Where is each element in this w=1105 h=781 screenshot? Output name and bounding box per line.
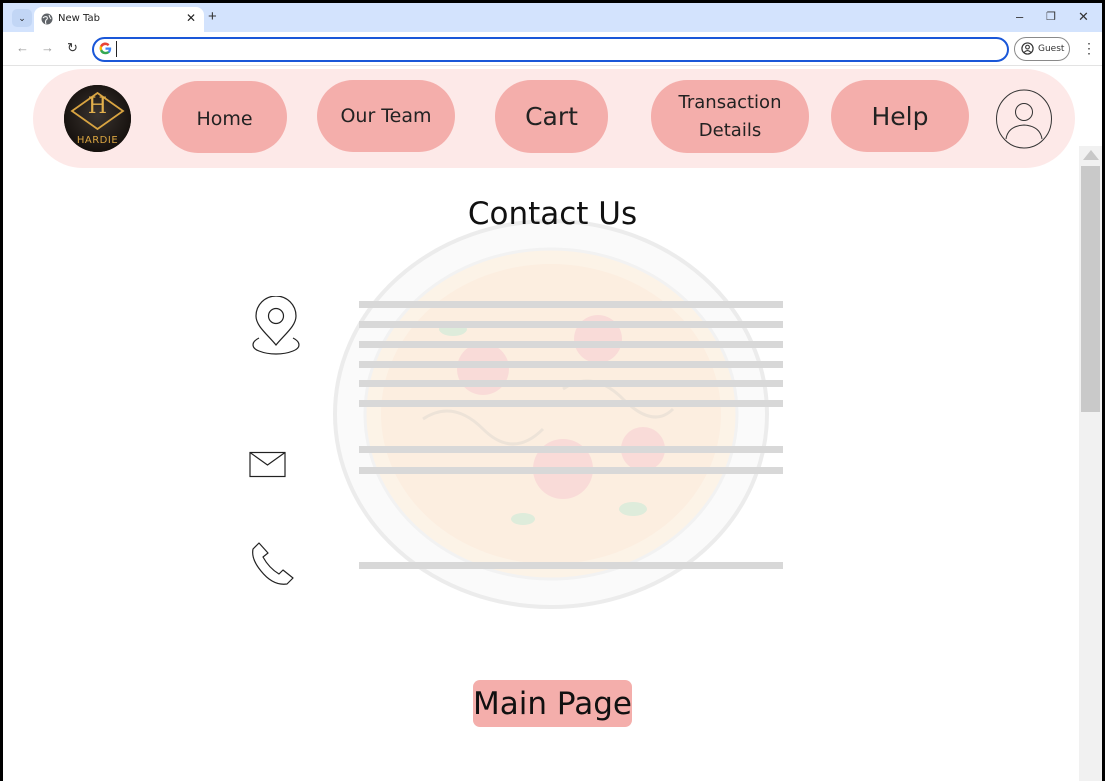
user-profile-icon[interactable] [995, 89, 1053, 149]
email-placeholder-line [359, 467, 783, 474]
nav-cart-button[interactable]: Cart [495, 80, 608, 153]
nav-transaction-details-label: Transaction Details [678, 91, 782, 141]
tab-title: New Tab [58, 13, 100, 24]
new-tab-button[interactable]: + [208, 9, 217, 25]
address-placeholder-line [359, 301, 783, 308]
tab-new-tab[interactable]: New Tab ✕ [34, 7, 204, 32]
browser-toolbar: ← → ↻ Guest ⋮ [3, 32, 1102, 66]
nav-our-team-label: Our Team [340, 105, 432, 127]
address-placeholder-line [359, 321, 783, 328]
browser-window: ⌄ New Tab ✕ + – ❐ ✕ ← → ↻ Guest ⋮ H HARD… [3, 3, 1102, 781]
back-button[interactable]: ← [16, 40, 29, 56]
scroll-up-arrow-icon[interactable] [1083, 150, 1099, 160]
location-pin-icon [252, 296, 300, 355]
google-icon [99, 42, 112, 55]
envelope-icon [249, 451, 286, 478]
phone-placeholder-line [359, 562, 783, 569]
nav-our-team-button[interactable]: Our Team [317, 80, 455, 152]
scrollbar-thumb[interactable] [1081, 166, 1100, 412]
food-bowl-background-image [333, 219, 769, 609]
account-circle-icon [1021, 42, 1034, 55]
minimize-button[interactable]: – [1016, 9, 1023, 25]
browser-menu-button[interactable]: ⋮ [1082, 40, 1096, 56]
email-placeholder-line [359, 446, 783, 453]
guest-label: Guest [1038, 44, 1065, 54]
restore-button[interactable]: ❐ [1046, 9, 1056, 25]
page-scrollbar[interactable] [1079, 146, 1102, 781]
profile-guest-button[interactable]: Guest [1014, 37, 1070, 61]
address-input[interactable] [116, 41, 997, 57]
phone-icon [252, 542, 294, 585]
globe-icon [41, 13, 53, 25]
logo-letter: H [87, 94, 108, 119]
nav-home-button[interactable]: Home [162, 81, 287, 153]
hardie-logo[interactable]: H HARDIE [64, 85, 131, 152]
tab-strip: ⌄ New Tab ✕ + – ❐ ✕ [3, 3, 1102, 32]
address-bar[interactable] [92, 37, 1009, 62]
nav-transaction-details-button[interactable]: Transaction Details [651, 80, 809, 153]
address-placeholder-line [359, 341, 783, 348]
address-placeholder-line [359, 361, 783, 368]
site-navbar: H HARDIE Home Our Team Cart Transaction … [33, 69, 1075, 168]
logo-text: HARDIE [76, 135, 119, 146]
close-window-button[interactable]: ✕ [1078, 9, 1089, 25]
contact-us-heading: Contact Us [467, 196, 638, 232]
forward-button[interactable]: → [41, 40, 54, 56]
nav-home-label: Home [196, 108, 253, 130]
main-page-button[interactable]: Main Page [473, 680, 632, 727]
reload-button[interactable]: ↻ [67, 40, 78, 56]
nav-help-button[interactable]: Help [831, 80, 969, 152]
nav-cart-label: Cart [525, 102, 578, 131]
tab-close-icon[interactable]: ✕ [186, 11, 196, 25]
address-placeholder-line [359, 400, 783, 407]
web-page: H HARDIE Home Our Team Cart Transaction … [3, 66, 1102, 781]
tab-search-button[interactable]: ⌄ [12, 9, 32, 27]
address-placeholder-line [359, 380, 783, 387]
nav-help-label: Help [871, 101, 929, 131]
